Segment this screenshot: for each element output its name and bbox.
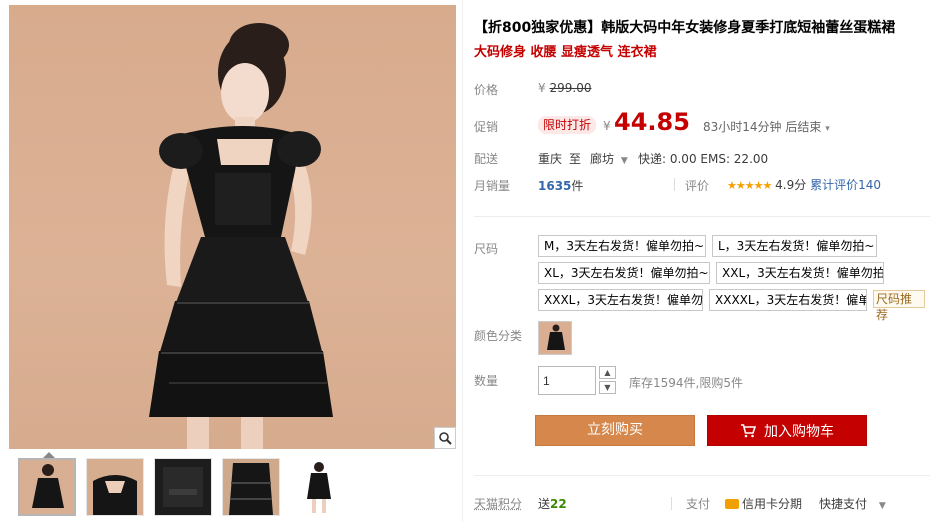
color-swatch-black[interactable] xyxy=(538,321,572,355)
add-to-cart-button[interactable]: 加入购物车 xyxy=(707,415,867,446)
product-page: 【折800独家优惠】韩版大码中年女装修身夏季打底短袖蕾丝蛋糕裙 大码修身 收腰 … xyxy=(0,0,930,522)
chevron-down-icon: ▼ xyxy=(620,156,628,166)
star-rating-icons: ★★★★★ xyxy=(727,179,772,192)
quantity-input[interactable] xyxy=(538,366,596,395)
points-prefix: 送 xyxy=(538,497,551,511)
cart-icon xyxy=(741,423,756,437)
product-main-image[interactable] xyxy=(9,5,456,449)
original-price: ¥ 299.00 xyxy=(538,81,591,95)
promo-tag: 限时打折 xyxy=(538,116,597,134)
promo-currency: ¥ xyxy=(603,119,611,133)
size-option-m[interactable]: M，3天左右发货！僱单勿拍~ xyxy=(538,235,706,257)
thumbnail-strip xyxy=(18,458,348,516)
tmall-points-label[interactable]: 天猫积分 xyxy=(474,495,522,512)
payment-label: 支付 xyxy=(686,497,711,511)
sales-label: 月销量 xyxy=(474,179,511,193)
quick-pay[interactable]: 快捷支付 ▼ xyxy=(819,495,886,512)
thumbnail-3-image xyxy=(163,467,203,507)
section-divider xyxy=(474,216,930,217)
quantity-label: 数量 xyxy=(474,374,499,388)
thumbnail-2[interactable] xyxy=(86,458,144,516)
currency-symbol: ¥ xyxy=(538,81,546,95)
quantity-decrease-button[interactable]: ▼ xyxy=(599,381,616,394)
footer-divider xyxy=(474,475,930,476)
thumbnail-5[interactable] xyxy=(290,458,348,516)
stock-info: 库存1594件,限购5件 xyxy=(629,376,743,390)
quantity-increase-button[interactable]: ▲ xyxy=(599,366,616,379)
credit-installment-text: 信用卡分期 xyxy=(742,497,803,511)
thumbnail-1-image xyxy=(32,464,64,508)
delivery-fees: 快递: 0.00 EMS: 22.00 xyxy=(638,152,769,166)
price-label: 价格 xyxy=(474,83,499,97)
credit-card-icon xyxy=(725,499,739,509)
size-recommend-button[interactable]: 尺码推荐 xyxy=(873,290,925,322)
rating-label: 评价 xyxy=(685,179,710,193)
thumbnail-4-image xyxy=(229,463,273,515)
thumbnail-1[interactable] xyxy=(18,458,76,516)
size-option-xl[interactable]: XL，3天左右发货！僱单勿拍~ xyxy=(538,262,710,284)
thumbnail-4[interactable] xyxy=(222,458,280,516)
sales-count: 1635件 xyxy=(538,177,583,194)
magnifier-icon xyxy=(439,432,452,445)
size-option-xxxxl[interactable]: XXXXL，3天左右发货！僱单 xyxy=(709,289,867,311)
sales-count-unit: 件 xyxy=(571,179,584,193)
buy-now-button[interactable]: 立刻购买 xyxy=(535,415,695,446)
countdown[interactable]: 83小时14分钟 后结束 ▾ xyxy=(703,118,830,135)
review-text: 累计评价 xyxy=(810,178,859,192)
tmall-points: 送22 xyxy=(538,495,567,512)
thumbnail-5-image xyxy=(307,462,331,513)
product-title: 【折800独家优惠】韩版大码中年女装修身夏季打底短袖蕾丝蛋糕裙 xyxy=(474,20,896,36)
delivery-destination-select[interactable]: 廊坊 ▼ xyxy=(590,150,628,167)
sales-count-number: 1635 xyxy=(538,179,572,193)
size-option-l[interactable]: L，3天左右发货！僱单勿拍~ xyxy=(712,235,877,257)
original-price-value: 299.00 xyxy=(549,81,592,95)
size-option-xxxl[interactable]: XXXL，3天左右发货！僱单勿 xyxy=(538,289,703,311)
color-swatch-image xyxy=(547,324,565,350)
product-subtitle: 大码修身 收腰 显瘦透气 连衣裙 xyxy=(474,45,657,60)
separator xyxy=(674,178,675,191)
thumbnail-2-image xyxy=(93,475,137,515)
credit-installment[interactable]: 信用卡分期 xyxy=(725,495,802,512)
chevron-up-icon: ▲ xyxy=(604,368,611,377)
promo-price: 44.85 xyxy=(614,108,690,136)
size-option-xxl[interactable]: XXL，3天左右发货！僱单勿拍 xyxy=(716,262,884,284)
delivery-destination: 廊坊 xyxy=(590,152,615,166)
size-label: 尺码 xyxy=(474,242,499,256)
rating-score: 4.9分 xyxy=(775,178,807,192)
promo-currency-symbol: ¥ xyxy=(603,119,611,133)
chevron-down-icon: ▾ xyxy=(825,124,830,134)
delivery-label: 配送 xyxy=(474,152,499,166)
promo-label: 促销 xyxy=(474,120,499,134)
countdown-text: 83小时14分钟 后结束 xyxy=(703,120,822,134)
promo-tag-text: 限时打折 xyxy=(538,116,597,134)
separator xyxy=(671,497,672,510)
add-to-cart-label: 加入购物车 xyxy=(764,423,834,440)
model-illustration xyxy=(149,23,333,449)
color-label: 颜色分类 xyxy=(474,329,523,343)
panel-divider xyxy=(462,0,463,522)
delivery-to-word: 至 xyxy=(569,152,582,166)
chevron-down-icon: ▼ xyxy=(604,383,611,392)
quick-pay-text: 快捷支付 xyxy=(819,497,868,511)
thumbnail-3[interactable] xyxy=(154,458,212,516)
chevron-down-icon: ▼ xyxy=(878,501,886,511)
review-count: 140 xyxy=(858,178,881,192)
delivery-from: 重庆 xyxy=(538,152,563,166)
rating[interactable]: ★★★★★ 4.9分 累计评价140 xyxy=(727,176,881,193)
zoom-button[interactable] xyxy=(434,427,456,449)
points-value: 22 xyxy=(550,497,567,511)
